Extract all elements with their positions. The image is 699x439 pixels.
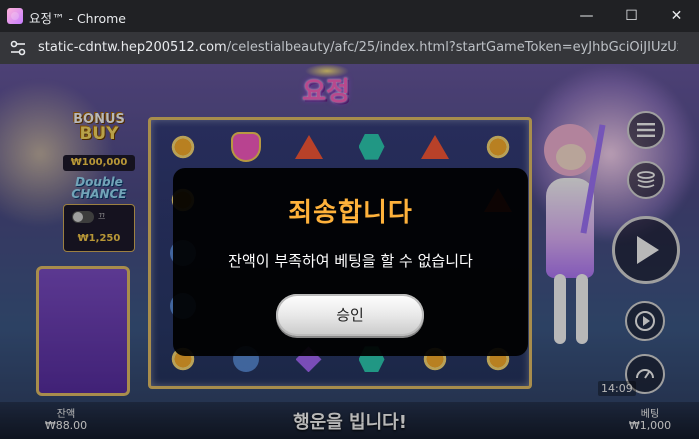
site-settings-icon[interactable] [8, 38, 28, 58]
game-area[interactable]: 요정 BONUS BUY ₩100,000 Double CHANCE 끄 ₩1… [0, 64, 699, 439]
confirm-button[interactable]: 승인 [276, 294, 424, 336]
app-favicon-icon [7, 8, 23, 24]
address-bar: static-cdntw.hep200512.com/celestialbeau… [0, 32, 699, 64]
window-titlebar: 요정™ - Chrome — ☐ ✕ [0, 0, 699, 32]
url-text[interactable]: static-cdntw.hep200512.com/celestialbeau… [38, 40, 678, 55]
close-button[interactable]: ✕ [654, 0, 699, 32]
minimize-button[interactable]: — [564, 0, 609, 32]
dialog-message: 잔액이 부족하여 베팅을 할 수 없습니다 [228, 252, 473, 270]
dialog-title: 죄송합니다 [288, 198, 413, 228]
url-path: /celestialbeauty/afc/25/index.html?start… [226, 40, 678, 55]
window-title: 요정™ - Chrome [29, 11, 126, 26]
insufficient-balance-dialog: 죄송합니다 잔액이 부족하여 베팅을 할 수 없습니다 승인 [173, 168, 528, 356]
maximize-button[interactable]: ☐ [609, 0, 654, 32]
url-host: static-cdntw.hep200512.com [38, 40, 227, 55]
